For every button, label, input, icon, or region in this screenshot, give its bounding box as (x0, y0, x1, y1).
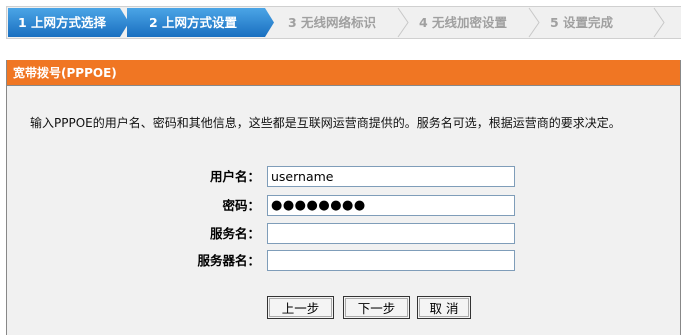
password-label: 密码： (222, 198, 260, 213)
panel-description: 输入PPPOE的用户名、密码和其他信息，这些都是互联网运营商提供的。服务名可选，… (30, 116, 621, 130)
step-1-connection-type[interactable]: 1 上网方式选择 (8, 8, 129, 37)
cancel-button[interactable]: 取 消 (417, 296, 471, 319)
step-label: 2 上网方式设置 (149, 15, 238, 30)
step-label: 1 上网方式选择 (18, 15, 107, 30)
button-bar: 上一步 下一步 取 消 (7, 296, 680, 320)
step-label: 4 无线加密设置 (419, 15, 508, 30)
panel-title: 宽带拨号(PPPOE) (7, 60, 680, 86)
username-row: 用户名： (7, 166, 680, 188)
password-field[interactable] (267, 195, 515, 216)
step-2-connection-settings[interactable]: 2 上网方式设置 (127, 8, 274, 37)
step-separator-icon (528, 7, 540, 38)
pppoe-settings-panel: 宽带拨号(PPPOE) 输入PPPOE的用户名、密码和其他信息，这些都是互联网运… (6, 60, 681, 335)
username-label: 用户名： (209, 169, 260, 184)
step-label: 3 无线网络标识 (288, 15, 377, 30)
step-5-finish: 5 设置完成 (540, 8, 650, 37)
wizard-steps: 1 上网方式选择 2 上网方式设置 3 无线网络标识 4 无线加密设置 5 设置… (6, 6, 681, 39)
step-separator-icon (653, 7, 665, 38)
step-label: 5 设置完成 (550, 15, 614, 30)
server-name-row: 服务器名： (7, 250, 680, 272)
password-row: 密码： (7, 195, 680, 217)
next-button[interactable]: 下一步 (343, 296, 410, 319)
step-4-wireless-security: 4 无线加密设置 (409, 8, 544, 37)
service-name-field[interactable] (267, 223, 515, 244)
server-name-label: 服务器名： (197, 253, 260, 268)
username-field[interactable] (267, 166, 515, 187)
service-name-label: 服务名： (209, 226, 260, 241)
service-name-row: 服务名： (7, 223, 680, 245)
prev-button[interactable]: 上一步 (267, 296, 334, 319)
step-3-wireless-ssid: 3 无线网络标识 (278, 8, 413, 37)
server-name-field[interactable] (267, 250, 515, 271)
step-separator-icon (397, 7, 409, 38)
